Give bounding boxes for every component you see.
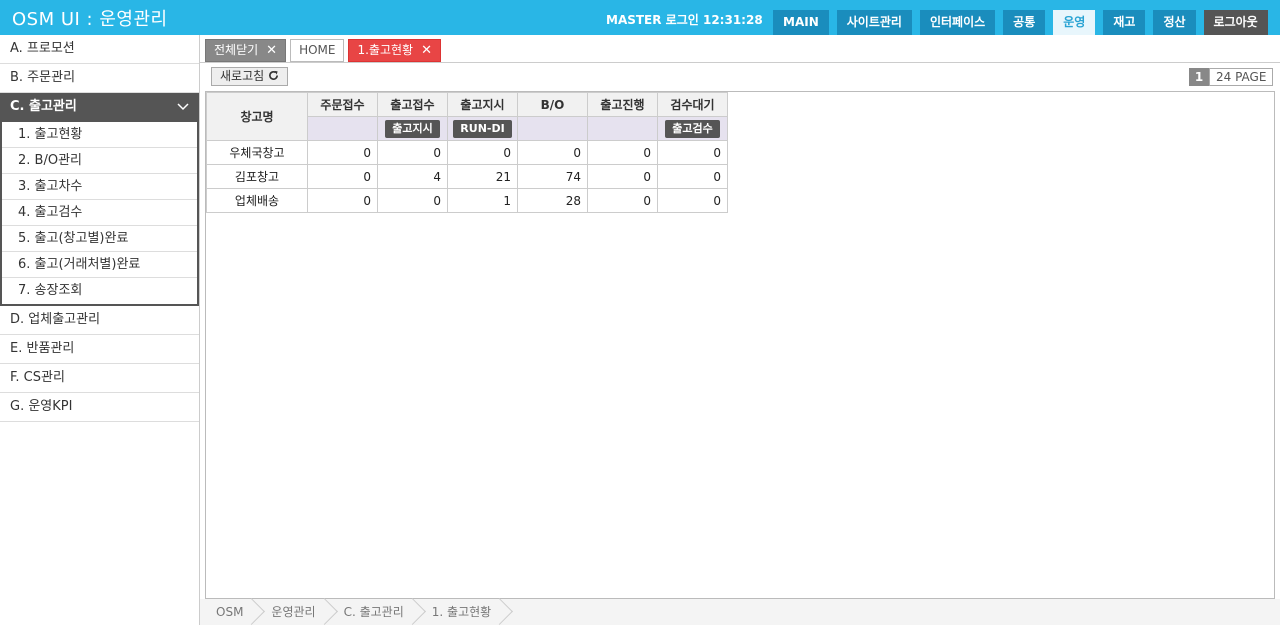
header-shipping-received: 출고접수 — [377, 92, 448, 117]
submenu-item-warehouse-complete[interactable]: 5. 출고(창고별)완료 — [2, 226, 197, 252]
close-icon[interactable]: ✕ — [421, 40, 432, 61]
submenu-item-client-complete[interactable]: 6. 출고(거래처별)완료 — [2, 252, 197, 278]
sidebar-item-shipping-management[interactable]: C. 출고관리 — [0, 93, 199, 122]
cell-value: 0 — [657, 140, 728, 165]
cell-value: 1 — [447, 188, 518, 213]
sidebar-item-cs[interactable]: F. CS관리 — [0, 364, 199, 393]
header-warehouse-name: 창고명 — [206, 92, 308, 141]
nav-common[interactable]: 공통 — [1003, 10, 1046, 35]
breadcrumb-item[interactable]: C. 출고관리 — [328, 599, 416, 625]
close-icon[interactable]: ✕ — [266, 40, 277, 61]
header-shipping-progress: 출고진행 — [587, 92, 658, 117]
top-nav: MAIN 사이트관리 인터페이스 공통 운영 재고 정산 로그아웃 — [773, 10, 1276, 35]
table-row[interactable]: 김포창고 0 4 21 74 0 0 — [206, 164, 728, 189]
app-title: OSM UI : 운영관리 — [12, 9, 168, 30]
cell-value: 74 — [517, 164, 588, 189]
header-inspection-waiting: 검수대기 — [657, 92, 728, 117]
refresh-button[interactable]: 새로고침 — [211, 67, 288, 86]
cell-value: 0 — [587, 164, 658, 189]
breadcrumb: OSM 운영관리 C. 출고관리 1. 출고현황 — [200, 599, 1280, 625]
breadcrumb-item[interactable]: 운영관리 — [255, 599, 327, 625]
cell-value: 0 — [307, 164, 378, 189]
header-shipping-instruction: 출고지시 — [447, 92, 518, 117]
tab-label: 전체닫기 — [214, 43, 259, 57]
sidebar-item-order-management[interactable]: B. 주문관리 — [0, 64, 199, 93]
sidebar-item-vendor-shipping[interactable]: D. 업체출고관리 — [0, 306, 199, 335]
grid-panel: 창고명 주문접수 출고접수 출고지시 B/O 출고진행 검수대기 출고지시 RU… — [205, 91, 1275, 599]
page-current[interactable]: 1 — [1189, 68, 1209, 86]
cell-value: 0 — [657, 188, 728, 213]
table-row[interactable]: 업체배송 0 0 1 28 0 0 — [206, 188, 728, 213]
tab-bar: 전체닫기 ✕ HOME 1.출고현황 ✕ — [205, 39, 445, 62]
cell-value: 0 — [657, 164, 728, 189]
table-row[interactable]: 우체국창고 0 0 0 0 0 0 — [206, 140, 728, 165]
cell-value: 0 — [517, 140, 588, 165]
tab-label: HOME — [299, 43, 336, 57]
submenu-item-shipping-status[interactable]: 1. 출고현황 — [2, 122, 197, 148]
sidebar-item-promotion[interactable]: A. 프로모션 — [0, 35, 199, 64]
shipping-instruction-button[interactable]: 출고지시 — [385, 119, 440, 138]
sidebar: A. 프로모션 B. 주문관리 C. 출고관리 1. 출고현황 2. B/O관리… — [0, 35, 200, 625]
tab-close-all[interactable]: 전체닫기 ✕ — [205, 39, 287, 62]
sub-cell: 출고지시 — [377, 116, 448, 141]
submenu-item-shipping-round[interactable]: 3. 출고차수 — [2, 174, 197, 200]
sub-cell — [307, 116, 378, 141]
breadcrumb-item[interactable]: 1. 출고현황 — [416, 599, 503, 625]
cell-value: 4 — [377, 164, 448, 189]
nav-inventory[interactable]: 재고 — [1103, 10, 1146, 35]
pager: 1 24 PAGE — [1189, 68, 1274, 86]
submenu-item-shipping-inspection[interactable]: 4. 출고검수 — [2, 200, 197, 226]
cell-value: 0 — [307, 188, 378, 213]
page-total: 24 PAGE — [1209, 68, 1274, 86]
header-bo: B/O — [517, 92, 588, 117]
sub-cell: RUN-DI — [447, 116, 518, 141]
nav-operation[interactable]: 운영 — [1053, 10, 1096, 35]
nav-settlement[interactable]: 정산 — [1153, 10, 1196, 35]
cell-value: 0 — [447, 140, 518, 165]
sub-cell: 출고검수 — [657, 116, 728, 141]
sidebar-item-label: C. 출고관리 — [10, 99, 77, 114]
tab-home[interactable]: HOME — [290, 39, 345, 62]
header-order-received: 주문접수 — [307, 92, 378, 117]
chevron-down-icon — [177, 93, 189, 131]
shipping-status-table: 창고명 주문접수 출고접수 출고지시 B/O 출고진행 검수대기 출고지시 RU… — [206, 92, 728, 213]
sub-cell — [587, 116, 658, 141]
nav-main[interactable]: MAIN — [773, 10, 829, 35]
tab-shipping-status[interactable]: 1.출고현황 ✕ — [348, 39, 442, 62]
cell-value: 0 — [587, 140, 658, 165]
submenu-item-invoice-lookup[interactable]: 7. 송장조회 — [2, 278, 197, 304]
shipping-inspection-button[interactable]: 출고검수 — [665, 119, 720, 138]
warehouse-name: 김포창고 — [206, 164, 308, 189]
cell-value: 21 — [447, 164, 518, 189]
breadcrumb-item[interactable]: OSM — [200, 599, 255, 625]
top-bar: OSM UI : 운영관리 MASTER 로그인 12:31:28 MAIN 사… — [0, 0, 1280, 35]
divider — [200, 62, 1280, 63]
submenu-item-bo-management[interactable]: 2. B/O관리 — [2, 148, 197, 174]
refresh-label: 새로고침 — [220, 69, 265, 83]
refresh-icon — [268, 69, 279, 83]
login-info: MASTER 로그인 12:31:28 — [606, 13, 763, 27]
cell-value: 0 — [307, 140, 378, 165]
cell-value: 0 — [377, 188, 448, 213]
run-di-button[interactable]: RUN-DI — [453, 119, 512, 138]
cell-value: 0 — [377, 140, 448, 165]
logout-button[interactable]: 로그아웃 — [1203, 10, 1268, 35]
warehouse-name: 우체국창고 — [206, 140, 308, 165]
sidebar-item-returns[interactable]: E. 반품관리 — [0, 335, 199, 364]
nav-interface[interactable]: 인터페이스 — [919, 10, 996, 35]
sidebar-item-kpi[interactable]: G. 운영KPI — [0, 393, 199, 422]
submenu-shipping: 1. 출고현황 2. B/O관리 3. 출고차수 4. 출고검수 5. 출고(창… — [0, 122, 199, 306]
nav-site-management[interactable]: 사이트관리 — [836, 10, 912, 35]
warehouse-name: 업체배송 — [206, 188, 308, 213]
sub-cell — [517, 116, 588, 141]
cell-value: 0 — [587, 188, 658, 213]
cell-value: 28 — [517, 188, 588, 213]
tab-label: 1.출고현황 — [357, 43, 414, 57]
